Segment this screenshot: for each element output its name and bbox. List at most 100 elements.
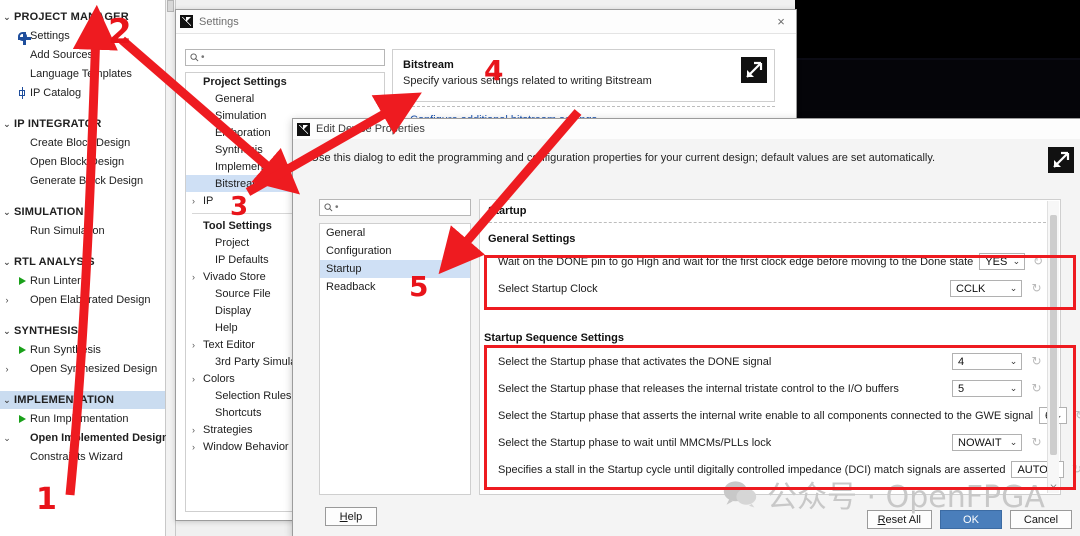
chevron-right-icon[interactable]: › [192,442,203,452]
sidebar-item-settings[interactable]: Settings [0,27,165,45]
sidebar-item-label: Create Block Design [30,137,130,149]
edp-tree-item-startup[interactable]: Startup [320,260,470,278]
sidebar-item-create-block-design[interactable]: Create Block Design [0,134,165,152]
settings-tree-item-label: Text Editor [203,339,255,351]
settings-tree-item-label: Simulation [215,110,266,122]
sidebar-item-language-templates[interactable]: Language Templates [0,65,165,83]
sidebar-item-constraints-wizard[interactable]: Constraints Wizard [0,448,165,466]
chevron-down-icon[interactable]: ⌄ [0,119,14,130]
search-icon [324,203,333,212]
settings-tree-item-label: Implementation [215,161,290,173]
sidebar-item-generate-block-design[interactable]: Generate Block Design [0,172,165,190]
play-icon [14,277,30,285]
annotation-marker-4: 4 [484,54,503,87]
chevron-down-icon[interactable]: ⌄ [0,12,14,23]
edp-tree-item-readback[interactable]: Readback [320,278,470,296]
settings-tree-item-label: IP [203,195,213,207]
annotation-marker-2: 2 [108,12,132,52]
sidebar-section-project-manager[interactable]: ⌄PROJECT MANAGER [0,8,165,26]
settings-search-input[interactable]: • [185,49,385,66]
settings-tree-item-label: Display [215,305,251,317]
sidebar-item-run-linter[interactable]: Run Linter [0,272,165,290]
sidebar-item-label: Constraints Wizard [30,451,123,463]
gear-icon [14,32,30,41]
sidebar-item-label: Run Linter [30,275,81,287]
chevron-right-icon[interactable]: › [192,425,203,435]
flow-navigator-sidebar: ⌄PROJECT MANAGER Settings Add Sources Langu… [0,0,166,536]
edp-tree-item-label: Startup [326,263,361,275]
annotation-marker-5: 5 [409,270,428,303]
close-icon[interactable]: × [770,15,792,28]
sidebar-item-add-sources[interactable]: Add Sources [0,46,165,64]
chevron-right-icon[interactable]: › [192,272,203,282]
sidebar-section-label: IMPLEMENTATION [14,394,114,406]
chevron-down-icon[interactable]: ⌄ [0,326,14,337]
settings-tree-item-label: Vivado Store [203,271,266,283]
sidebar-scrollbar-thumb[interactable] [167,0,174,12]
edp-category-tree[interactable]: General Configuration Startup Readback [319,223,471,495]
help-button[interactable]: Help [325,507,377,526]
sidebar-item-label: Settings [30,30,70,42]
edp-tree-item-label: Readback [326,281,376,293]
edp-tree-item-configuration[interactable]: Configuration [320,242,470,260]
sidebar-item-open-elaborated-design[interactable]: › Open Elaborated Design [0,291,165,309]
sidebar-section-label: SIMULATION [14,206,84,218]
sidebar-item-label: Open Elaborated Design [30,294,150,306]
sidebar-item-label: Open Synthesized Design [30,363,157,375]
edp-dialog-title: Edit Device Properties [316,123,425,135]
edp-titlebar: Edit Device Properties [293,119,1080,139]
settings-tree-item-project-settings[interactable]: Project Settings [186,73,384,90]
chevron-up-icon[interactable]: chevron-up-icon [1048,201,1059,213]
startup-section-divider [484,222,1056,223]
edp-tree-item-label: Configuration [326,245,391,257]
edp-tree-item-general[interactable]: General [320,224,470,242]
settings-tree-item-label: Window Behavior [203,441,289,453]
edp-tree-item-label: General [326,227,365,239]
startup-section-title: Startup [488,205,527,217]
sidebar-item-open-block-design[interactable]: Open Block Design [0,153,165,171]
sidebar-item-label: Run Implementation [30,413,128,425]
settings-tree-item-label: IP Defaults [215,254,269,266]
sidebar-item-run-synthesis[interactable]: Run Synthesis [0,341,165,359]
chevron-right-icon[interactable]: › [0,364,14,374]
chevron-down-icon[interactable]: ⌄ [0,433,14,444]
chevron-right-icon[interactable]: › [192,340,203,350]
edp-description: Use this dialog to edit the programming … [311,152,935,164]
annotation-marker-3: 3 [230,192,248,222]
chevron-right-icon[interactable]: › [0,295,14,305]
xilinx-logo-icon [297,123,310,136]
sidebar-item-label: Generate Block Design [30,175,143,187]
sidebar-item-ip-catalog[interactable]: IP Catalog [0,84,165,102]
sidebar-section-simulation[interactable]: ⌄SIMULATION [0,203,165,221]
sidebar-section-synthesis[interactable]: ⌄SYNTHESIS [0,322,165,340]
sidebar-item-run-simulation[interactable]: Run Simulation [0,222,165,240]
settings-tree-item-label: Colors [203,373,235,385]
chevron-right-icon[interactable]: › [192,196,203,206]
sidebar-section-rtl-analysis[interactable]: ⌄RTL ANALYSIS [0,253,165,271]
settings-tree-item-label: General [215,93,254,105]
play-icon [14,346,30,354]
chevron-down-icon[interactable]: ⌄ [0,257,14,268]
settings-tree-item-label: Bitstream [215,178,261,190]
sidebar-section-implementation[interactable]: ⌄IMPLEMENTATION [0,391,165,409]
startup-sequence-settings-title: Startup Sequence Settings [484,332,624,344]
sidebar-section-ip-integrator[interactable]: ⌄IP INTEGRATOR [0,115,165,133]
chevron-down-icon[interactable]: ⌄ [0,207,14,218]
annotation-marker-1: 1 [36,482,57,517]
sidebar-item-open-synthesized-design[interactable]: › Open Synthesized Design [0,360,165,378]
sidebar-item-label: Add Sources [30,49,93,61]
settings-tree-item-general[interactable]: General [186,90,384,107]
xilinx-glyph [1052,151,1070,169]
settings-tree-item-label: Project [215,237,249,249]
settings-dialog-title: Settings [199,16,239,28]
xilinx-logo-icon [180,15,193,28]
annotation-box-startup-sequence [484,345,1076,490]
annotation-box-general-settings [484,255,1076,310]
sidebar-item-run-implementation[interactable]: Run Implementation [0,410,165,428]
sidebar-section-label: SYNTHESIS [14,325,78,337]
sidebar-item-open-implemented-design[interactable]: ⌄Open Implemented Design [0,429,165,447]
chevron-down-icon[interactable]: ⌄ [0,395,14,406]
chevron-right-icon[interactable]: › [192,374,203,384]
play-icon [14,415,30,423]
edp-search-input[interactable]: • [319,199,471,216]
